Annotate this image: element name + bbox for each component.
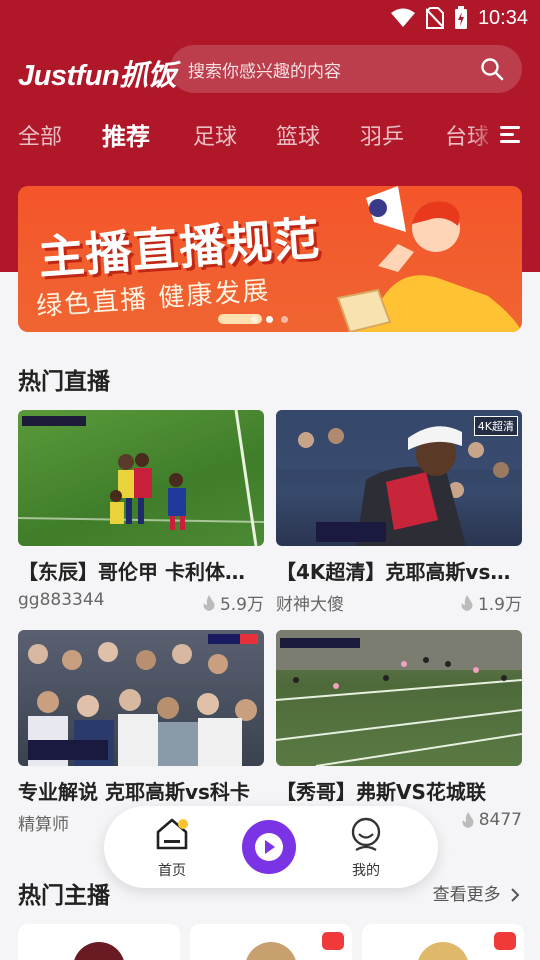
flame-icon <box>461 594 473 611</box>
nav-mine[interactable]: 我的 <box>336 816 396 880</box>
live-card-title: 【4K超清】克耶高斯vs科卡 <box>276 560 522 584</box>
live-card-views: 8477 <box>461 810 522 830</box>
no-sim-icon <box>425 7 444 29</box>
live-card-title: 专业解说 克耶高斯vs科卡 <box>18 780 250 804</box>
live-thumbnail[interactable]: 4K超清 <box>276 410 522 546</box>
menu-icon[interactable] <box>497 121 523 147</box>
search-placeholder[interactable]: 搜索你感兴趣的内容 <box>188 57 341 82</box>
battery-charging-icon <box>454 6 467 29</box>
banner-pagination <box>251 316 288 323</box>
view-more-link[interactable]: 查看更多 <box>433 880 520 905</box>
tab-all[interactable]: 全部 <box>18 119 62 151</box>
crowd-scene <box>28 634 258 766</box>
tab-fade <box>470 110 498 154</box>
live-indicator-icon <box>494 932 516 950</box>
avatar <box>417 942 469 960</box>
wifi-icon <box>390 8 415 27</box>
avatar <box>73 942 125 960</box>
views-count: 8477 <box>478 810 522 830</box>
profile-icon[interactable] <box>348 816 384 852</box>
search-bar[interactable]: 搜索你感兴趣的内容 <box>170 45 522 93</box>
tab-badminton-pingpong[interactable]: 羽乒 <box>360 119 404 151</box>
live-card-user: 精算师 <box>18 815 69 835</box>
hot-live-title: 热门直播 <box>18 369 110 395</box>
nav-home[interactable]: 首页 <box>142 816 202 880</box>
anchor-card[interactable] <box>18 924 180 960</box>
status-bar: 10:34 <box>0 0 540 36</box>
tab-basketball[interactable]: 篮球 <box>276 119 320 151</box>
banner-dot <box>251 316 258 323</box>
live-card-views: 5.9万 <box>202 590 264 615</box>
status-icons: 10:34 <box>390 6 528 30</box>
live-card-views: 1.9万 <box>460 590 522 615</box>
home-icon[interactable] <box>154 816 190 852</box>
live-card-user: 财神大傻 <box>276 595 344 615</box>
nav-mine-label[interactable]: 我的 <box>336 860 396 880</box>
live-thumbnail[interactable] <box>18 410 264 546</box>
football-scene <box>18 410 264 546</box>
anchor-card[interactable] <box>362 924 524 960</box>
view-more-label[interactable]: 查看更多 <box>433 885 501 905</box>
live-card-title: 【秀哥】弗斯VS花城联 <box>276 780 486 804</box>
chevron-right-icon <box>511 888 520 902</box>
hot-anchors-title: 热门主播 <box>18 883 110 909</box>
banner-dot <box>281 316 288 323</box>
flame-icon <box>203 594 215 611</box>
play-icon[interactable] <box>242 820 296 874</box>
live-card-title: 【东辰】哥伦甲 卡利体育会vs <box>18 560 264 584</box>
tab-recommend[interactable]: 推荐 <box>102 117 150 152</box>
anchor-card[interactable] <box>190 924 352 960</box>
live-thumbnail[interactable] <box>276 630 522 766</box>
live-card[interactable]: 4K超清 【4K超清】克耶高斯vs科卡 财神大傻 1.9万 <box>276 410 522 616</box>
bottom-nav: 首页 我的 <box>104 806 438 888</box>
flame-icon <box>462 812 474 828</box>
promo-banner[interactable]: 主播直播规范 绿色直播 健康发展 <box>18 186 522 332</box>
views-count: 1.9万 <box>477 595 522 615</box>
play-button[interactable] <box>242 820 296 874</box>
nav-home-label[interactable]: 首页 <box>142 860 202 880</box>
football-field-scene <box>276 630 522 766</box>
quality-badge: 4K超清 <box>473 416 518 436</box>
avatar <box>245 942 297 960</box>
banner-dot-active <box>266 316 273 323</box>
live-indicator-icon <box>322 932 344 950</box>
app-logo: Justfun抓饭 <box>18 60 177 92</box>
tab-football[interactable]: 足球 <box>193 119 237 151</box>
status-time: 10:34 <box>477 6 528 29</box>
live-card-user: gg883344 <box>18 590 105 610</box>
live-card[interactable]: 【东辰】哥伦甲 卡利体育会vs gg883344 5.9万 <box>18 410 264 616</box>
views-count: 5.9万 <box>219 595 264 615</box>
live-thumbnail[interactable] <box>18 630 264 766</box>
search-icon[interactable] <box>480 57 504 81</box>
